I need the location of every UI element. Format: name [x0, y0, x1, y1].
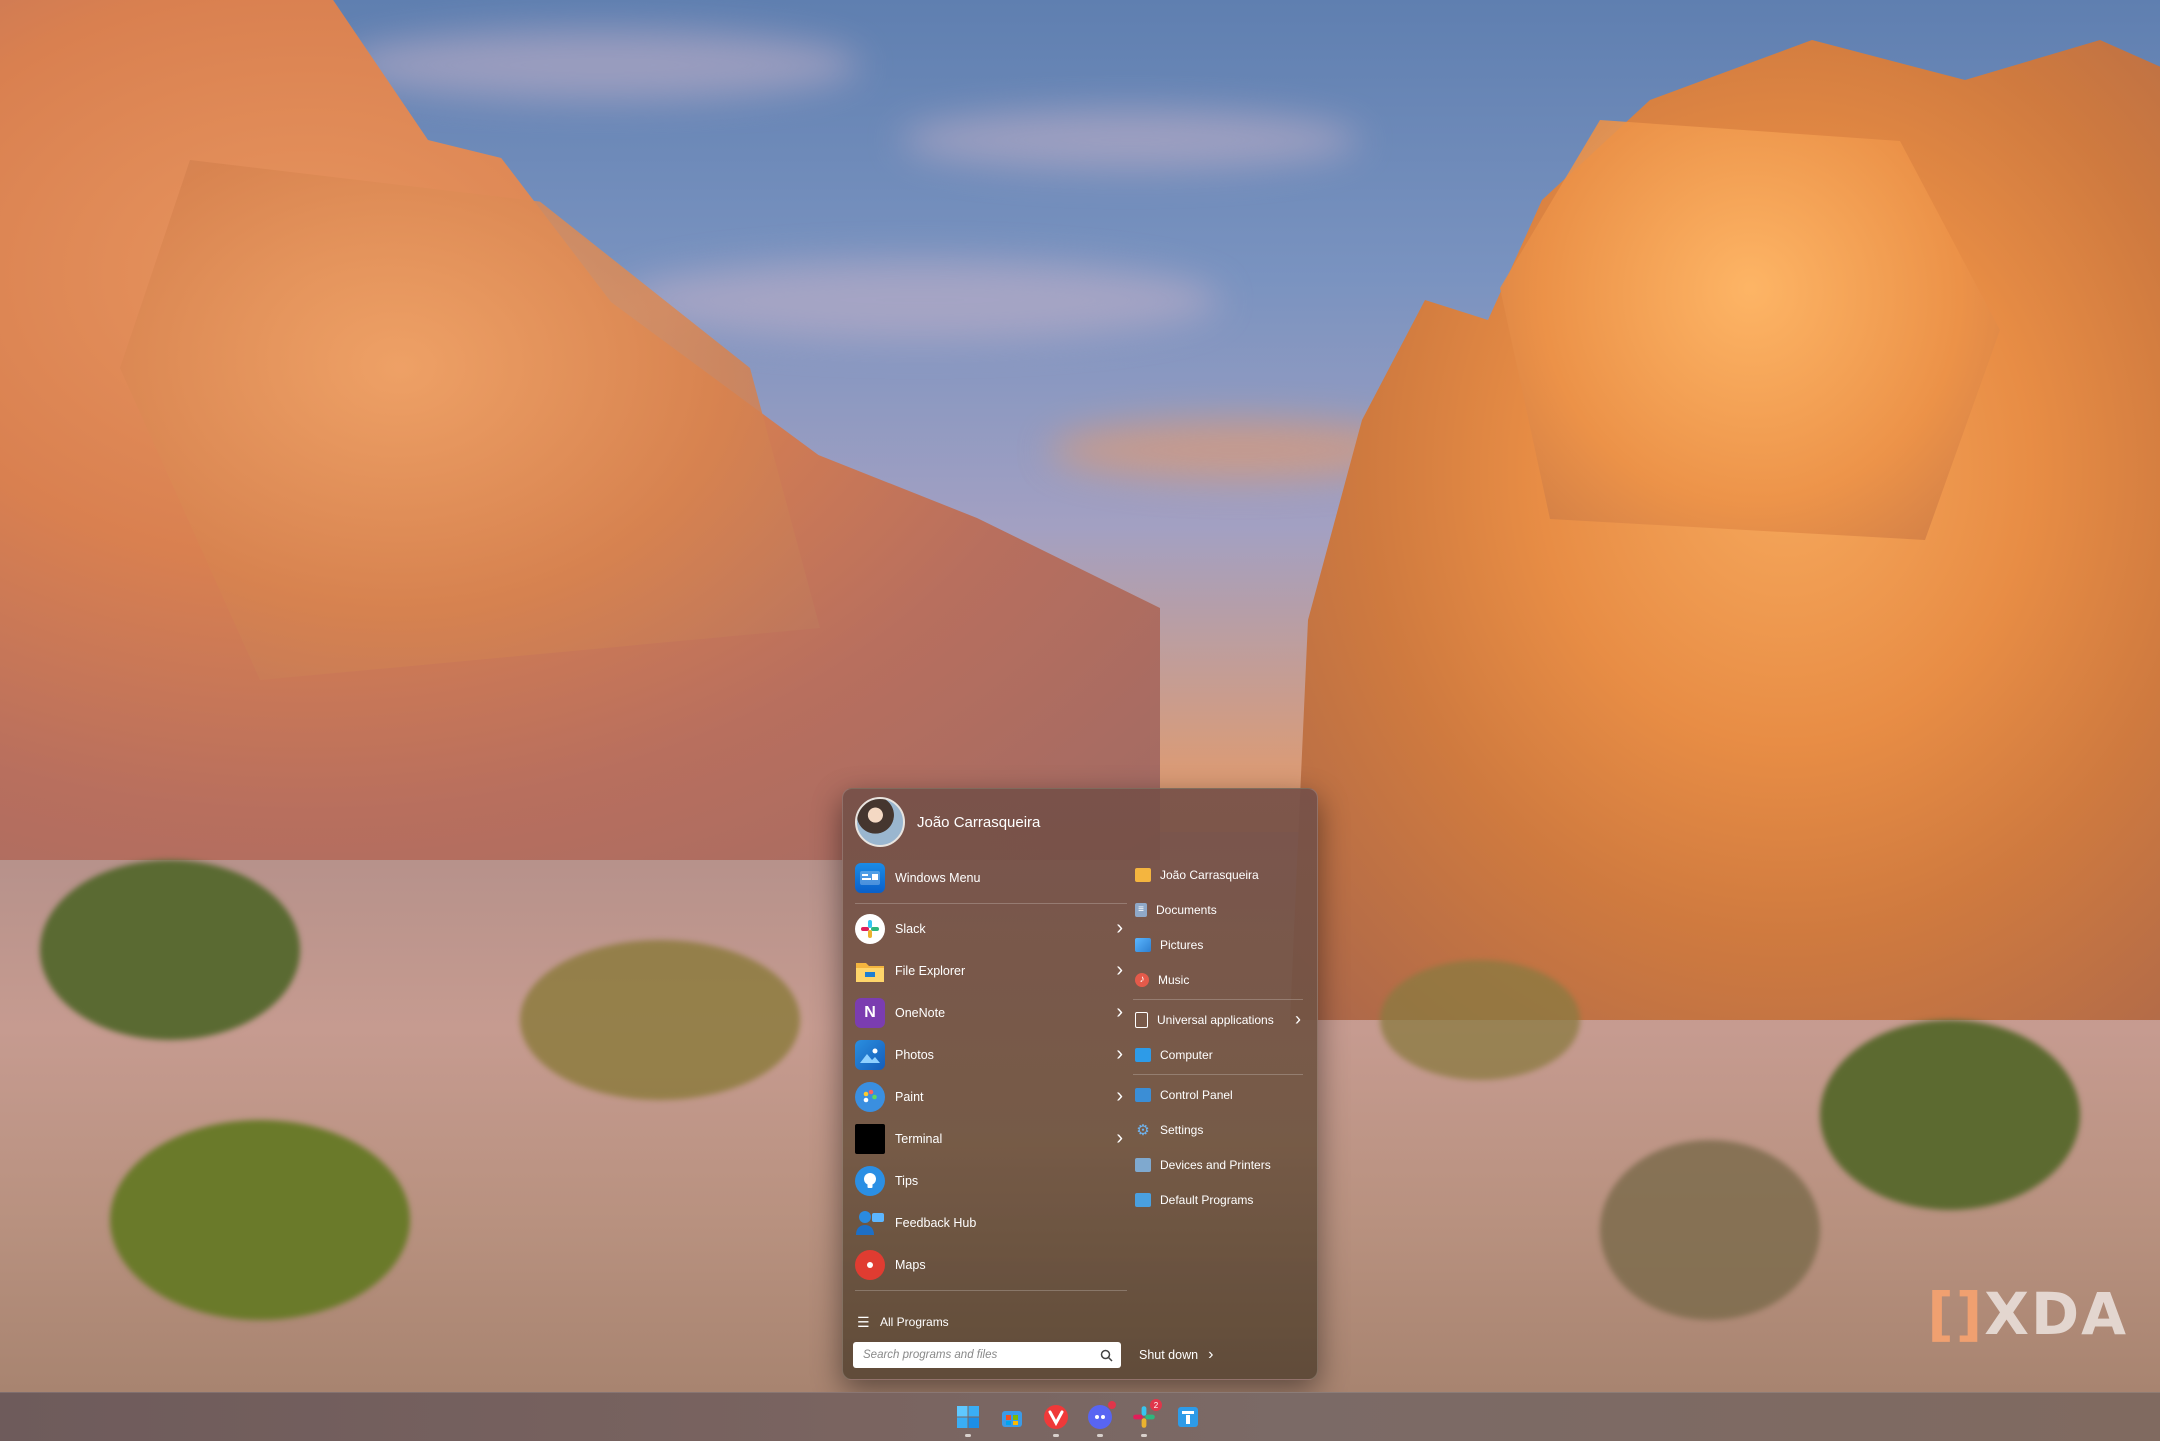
menu-item-label: Photos — [895, 1048, 934, 1062]
windows-menu-icon — [855, 863, 885, 893]
divider — [1133, 1074, 1303, 1075]
divider — [855, 1290, 1127, 1291]
link-label: Documents — [1156, 902, 1217, 917]
menu-item-maps[interactable]: Maps — [851, 1244, 1131, 1286]
menu-item-tips[interactable]: Tips — [851, 1160, 1131, 1202]
link-pictures[interactable]: Pictures — [1131, 927, 1311, 962]
xda-watermark-logo: []XDA — [1927, 1280, 2128, 1348]
photos-icon — [855, 1040, 885, 1070]
link-universal-applications[interactable]: Universal applications › — [1131, 1002, 1311, 1037]
menu-item-label: File Explorer — [895, 964, 966, 978]
chevron-right-icon[interactable]: › — [1116, 918, 1123, 938]
menu-item-paint[interactable]: Paint › — [851, 1076, 1131, 1118]
onenote-icon: N — [855, 998, 885, 1028]
user-name: João Carrasqueira — [917, 813, 1041, 831]
shutdown-button[interactable]: Shut down › — [1139, 1342, 1213, 1368]
terminal-icon — [855, 1124, 885, 1154]
app-icon[interactable] — [1172, 1401, 1204, 1433]
link-label: Settings — [1160, 1122, 1204, 1137]
places-list: João Carrasqueira ≡ Documents Pictures ♪… — [1131, 857, 1311, 1217]
menu-item-windows-menu[interactable]: Windows Menu — [851, 857, 1131, 899]
start-menu: João Carrasqueira Windows Menu Slack › F… — [842, 788, 1318, 1380]
menu-item-label: Windows Menu — [895, 871, 981, 885]
divider — [1133, 999, 1303, 1000]
pinned-programs: Windows Menu Slack › File Explorer › N O… — [851, 857, 1131, 1295]
link-devices-and-printers[interactable]: Devices and Printers — [1131, 1147, 1311, 1182]
all-programs-label: All Programs — [880, 1315, 949, 1329]
default-programs-icon — [1135, 1192, 1151, 1207]
chevron-right-icon[interactable]: › — [1116, 1002, 1123, 1022]
link-settings[interactable]: ⚙ Settings — [1131, 1112, 1311, 1147]
menu-item-slack[interactable]: Slack › — [851, 908, 1131, 950]
menu-item-label: Paint — [895, 1090, 924, 1104]
link-label: João Carrasqueira — [1160, 867, 1259, 882]
gear-icon: ⚙ — [1136, 1121, 1150, 1139]
control-panel-icon — [1135, 1087, 1151, 1102]
link-label: Universal applications — [1157, 1012, 1274, 1027]
taskbar: 2 — [0, 1392, 2160, 1441]
link-user-folder[interactable]: João Carrasqueira — [1131, 857, 1311, 892]
list-icon: ☰ — [857, 1313, 870, 1330]
paint-icon — [855, 1082, 885, 1112]
menu-item-label: Maps — [895, 1258, 926, 1272]
menu-item-onenote[interactable]: N OneNote › — [851, 992, 1131, 1034]
menu-item-file-explorer[interactable]: File Explorer › — [851, 950, 1131, 992]
avatar[interactable] — [855, 797, 905, 847]
user-account[interactable]: João Carrasqueira — [855, 797, 1040, 847]
printer-icon — [1135, 1157, 1151, 1172]
menu-item-terminal[interactable]: Terminal › — [851, 1118, 1131, 1160]
start-icon[interactable] — [952, 1401, 984, 1437]
link-label: Devices and Printers — [1160, 1157, 1271, 1172]
music-icon: ♪ — [1135, 972, 1149, 987]
menu-item-feedback-hub[interactable]: Feedback Hub — [851, 1202, 1131, 1244]
slack-icon — [855, 914, 885, 944]
search-icon[interactable] — [1097, 1346, 1115, 1364]
pictures-icon — [1135, 937, 1151, 952]
chevron-right-icon[interactable]: › — [1208, 1346, 1213, 1364]
link-label: Music — [1158, 972, 1190, 987]
notification-badge — [1108, 1401, 1116, 1409]
slack-taskbar-icon[interactable]: 2 — [1128, 1399, 1162, 1437]
discord-icon[interactable] — [1084, 1401, 1116, 1437]
shutdown-label: Shut down — [1139, 1348, 1199, 1362]
computer-icon — [1135, 1047, 1151, 1062]
link-documents[interactable]: ≡ Documents — [1131, 892, 1311, 927]
divider — [855, 903, 1127, 904]
menu-item-label: Terminal — [895, 1132, 943, 1146]
vivaldi-icon[interactable] — [1040, 1401, 1072, 1437]
chevron-right-icon[interactable]: › — [1295, 1010, 1301, 1028]
notification-badge: 2 — [1150, 1399, 1162, 1411]
lightbulb-icon — [855, 1166, 885, 1196]
search-input[interactable] — [861, 1343, 1097, 1367]
chevron-right-icon[interactable]: › — [1116, 1044, 1123, 1064]
search-box[interactable] — [853, 1342, 1121, 1368]
menu-item-photos[interactable]: Photos › — [851, 1034, 1131, 1076]
feedback-hub-icon — [855, 1208, 885, 1238]
chevron-right-icon[interactable]: › — [1116, 1128, 1123, 1148]
file-icon — [1135, 1011, 1148, 1028]
menu-item-label: OneNote — [895, 1006, 946, 1020]
link-default-programs[interactable]: Default Programs — [1131, 1182, 1311, 1217]
link-music[interactable]: ♪ Music — [1131, 962, 1311, 997]
link-control-panel[interactable]: Control Panel — [1131, 1077, 1311, 1112]
menu-item-label: Tips — [895, 1174, 919, 1188]
documents-icon: ≡ — [1135, 902, 1147, 917]
folder-icon — [1135, 867, 1151, 882]
taskbar-icons: 2 — [952, 1399, 1204, 1437]
chevron-right-icon[interactable]: › — [1116, 960, 1123, 980]
store-icon[interactable] — [996, 1401, 1028, 1433]
link-label: Control Panel — [1160, 1087, 1233, 1102]
chevron-right-icon[interactable]: › — [1116, 1086, 1123, 1106]
maps-pin-icon — [855, 1250, 885, 1280]
link-label: Pictures — [1160, 937, 1204, 952]
link-label: Computer — [1160, 1047, 1213, 1062]
folder-icon — [855, 956, 885, 986]
menu-item-label: Feedback Hub — [895, 1216, 977, 1230]
link-label: Default Programs — [1160, 1192, 1254, 1207]
all-programs-button[interactable]: ☰ All Programs — [857, 1309, 949, 1335]
menu-item-label: Slack — [895, 922, 926, 936]
link-computer[interactable]: Computer — [1131, 1037, 1311, 1072]
